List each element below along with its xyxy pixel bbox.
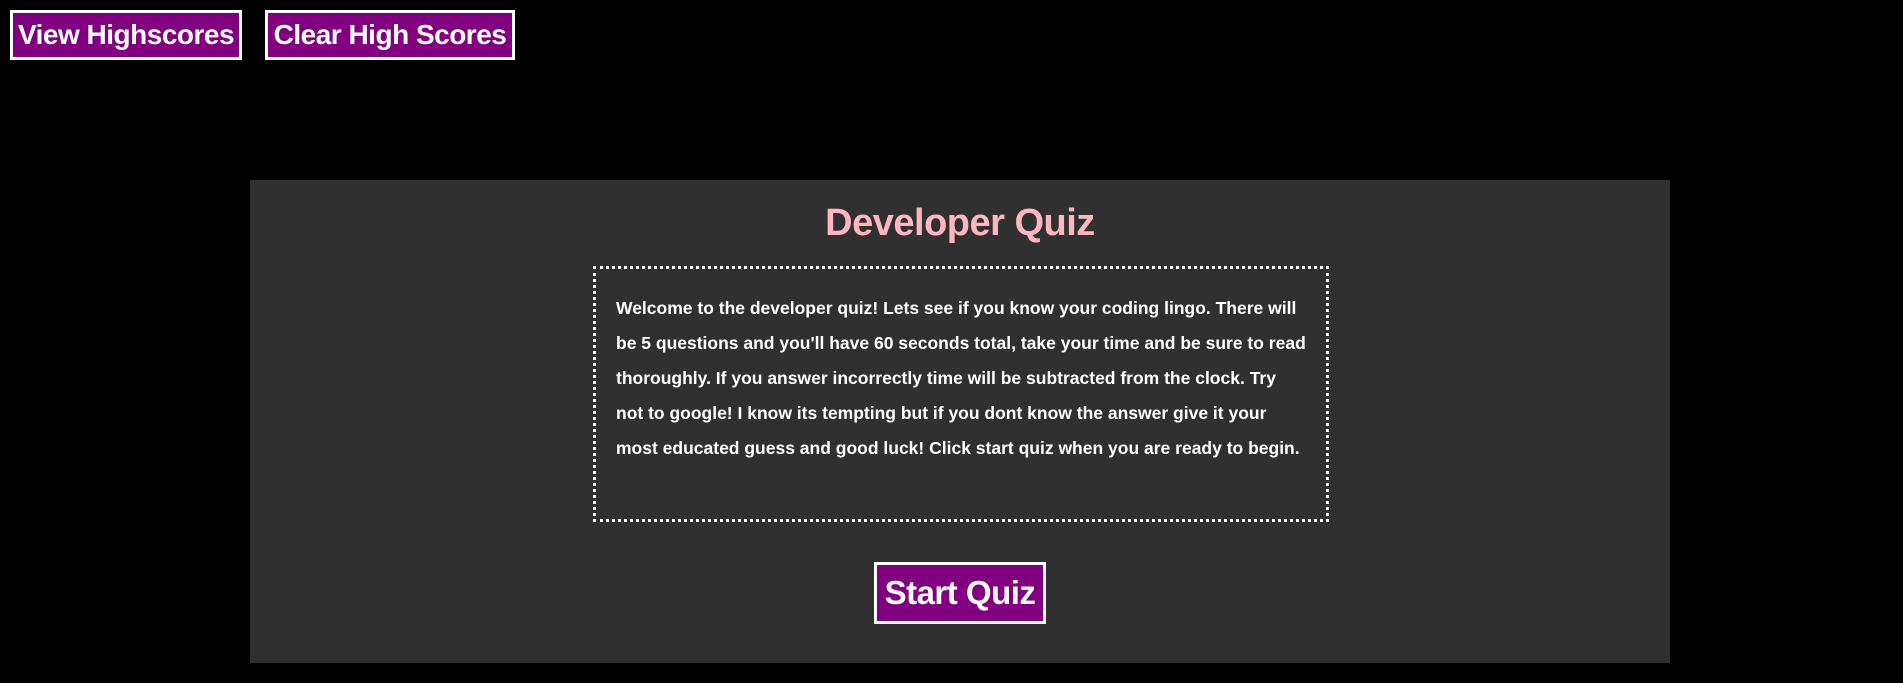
clear-highscores-button[interactable]: Clear High Scores <box>265 10 515 60</box>
start-quiz-button[interactable]: Start Quiz <box>874 562 1046 624</box>
quiz-intro-box: Welcome to the developer quiz! Lets see … <box>593 266 1329 522</box>
quiz-title: Developer Quiz <box>825 202 1095 244</box>
quiz-panel: Developer Quiz Welcome to the developer … <box>250 180 1670 663</box>
view-highscores-button[interactable]: View Highscores <box>10 10 242 60</box>
quiz-intro-text: Welcome to the developer quiz! Lets see … <box>616 298 1306 458</box>
